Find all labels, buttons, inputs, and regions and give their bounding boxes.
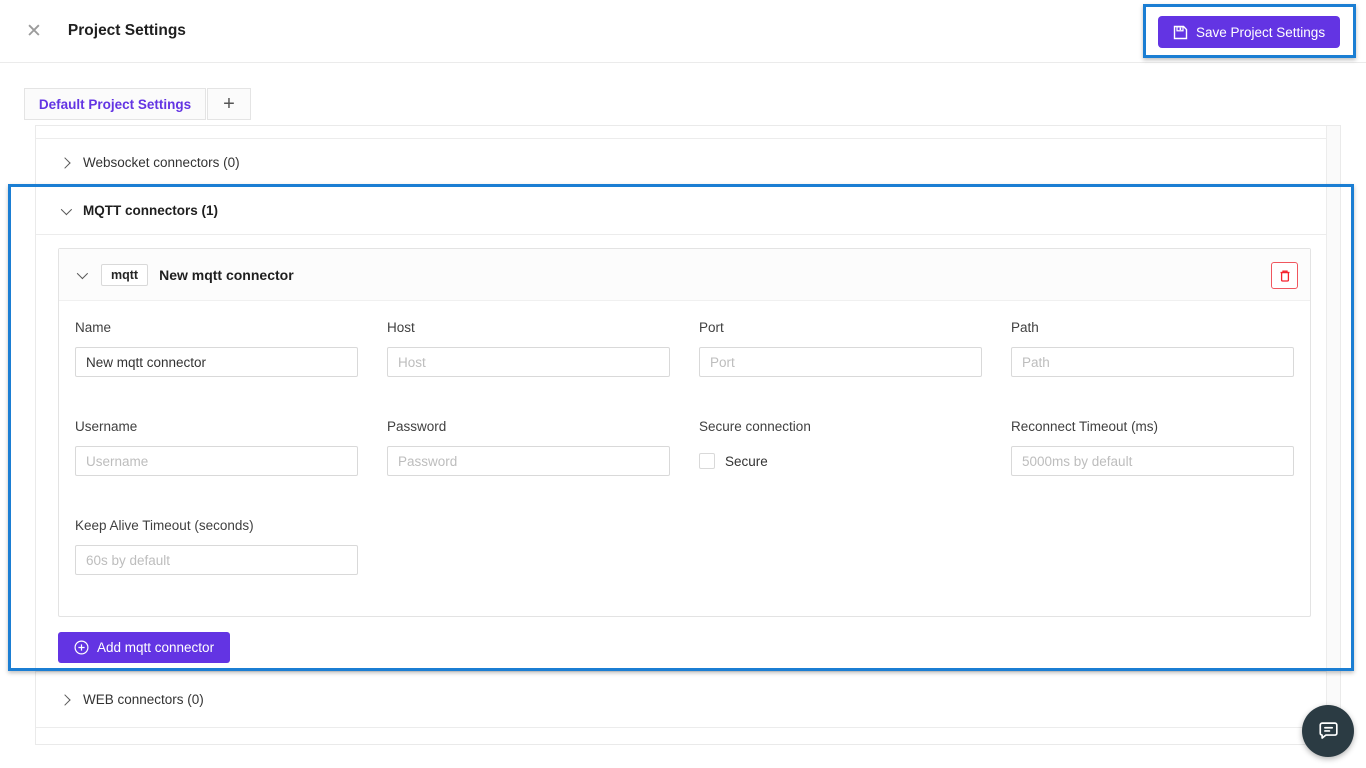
accordion-websocket-connectors[interactable]: Websocket connectors (0)	[36, 139, 1326, 187]
save-project-settings-button[interactable]: Save Project Settings	[1158, 16, 1340, 48]
panel-scrollbar[interactable]	[1326, 126, 1340, 744]
accordion-label: Websocket connectors (0)	[83, 155, 240, 170]
path-input[interactable]	[1011, 347, 1294, 377]
mqtt-connector-card-header[interactable]: mqtt New mqtt connector	[59, 249, 1310, 301]
field-label: Path	[1011, 320, 1294, 340]
settings-panel: Websocket connectors (0) MQTT connectors…	[35, 125, 1341, 745]
connector-type-tag: mqtt	[101, 264, 148, 286]
field-label: Keep Alive Timeout (seconds)	[75, 518, 358, 538]
field-host: Host	[387, 320, 670, 377]
accordion-label: MQTT connectors (1)	[83, 203, 218, 218]
add-mqtt-connector-button[interactable]: Add mqtt connector	[58, 632, 230, 663]
plus-icon: +	[223, 93, 235, 116]
accordion-mqtt-connectors[interactable]: MQTT connectors (1)	[36, 187, 1326, 235]
field-name: Name	[75, 320, 358, 377]
field-label: Reconnect Timeout (ms)	[1011, 419, 1294, 439]
field-label: Password	[387, 419, 670, 439]
add-button-label: Add mqtt connector	[97, 640, 214, 655]
keepalive-timeout-input[interactable]	[75, 545, 358, 575]
secure-checkbox[interactable]	[699, 453, 715, 469]
host-input[interactable]	[387, 347, 670, 377]
field-port: Port	[699, 320, 982, 377]
panel-content: Websocket connectors (0) MQTT connectors…	[36, 126, 1326, 744]
tab-bar: Default Project Settings +	[24, 88, 251, 120]
password-input[interactable]	[387, 446, 670, 476]
save-button-label: Save Project Settings	[1196, 25, 1325, 40]
secure-check-row: Secure	[699, 446, 982, 476]
page-title: Project Settings	[68, 22, 186, 40]
mqtt-section-body: mqtt New mqtt connector Name	[36, 235, 1326, 672]
accordion-label: WEB connectors (0)	[83, 692, 204, 707]
mqtt-connector-card: mqtt New mqtt connector Name	[58, 248, 1311, 617]
close-icon[interactable]: ✕	[26, 22, 42, 41]
chevron-right-icon	[59, 694, 70, 705]
username-input[interactable]	[75, 446, 358, 476]
add-tab-button[interactable]: +	[207, 88, 251, 120]
accordion-web-connectors[interactable]: WEB connectors (0)	[36, 672, 1326, 728]
field-label: Name	[75, 320, 358, 340]
tab-label: Default Project Settings	[39, 97, 191, 112]
chevron-down-icon	[77, 267, 88, 278]
field-label: Secure connection	[699, 419, 982, 439]
chat-bubble-icon	[1316, 719, 1340, 743]
chevron-down-icon	[61, 203, 72, 214]
field-label: Port	[699, 320, 982, 340]
field-path: Path	[1011, 320, 1294, 377]
field-reconnect-timeout: Reconnect Timeout (ms)	[1011, 419, 1294, 476]
field-keepalive-timeout: Keep Alive Timeout (seconds)	[75, 518, 358, 575]
field-username: Username	[75, 419, 358, 476]
plus-circle-icon	[74, 640, 89, 655]
field-label: Username	[75, 419, 358, 439]
field-label: Host	[387, 320, 670, 340]
field-secure-connection: Secure connection Secure	[699, 419, 982, 476]
save-icon	[1173, 25, 1188, 40]
tab-default-project-settings[interactable]: Default Project Settings	[24, 88, 206, 120]
panel-top-strip	[36, 126, 1326, 139]
connector-form: Name Host Port Path	[59, 301, 1310, 616]
chevron-right-icon	[59, 157, 70, 168]
connector-title: New mqtt connector	[159, 267, 294, 283]
delete-connector-button[interactable]	[1271, 262, 1298, 289]
secure-checkbox-label: Secure	[725, 454, 768, 469]
trash-icon	[1278, 269, 1292, 283]
name-input[interactable]	[75, 347, 358, 377]
chat-widget-button[interactable]	[1302, 705, 1354, 757]
field-password: Password	[387, 419, 670, 476]
port-input[interactable]	[699, 347, 982, 377]
reconnect-timeout-input[interactable]	[1011, 446, 1294, 476]
